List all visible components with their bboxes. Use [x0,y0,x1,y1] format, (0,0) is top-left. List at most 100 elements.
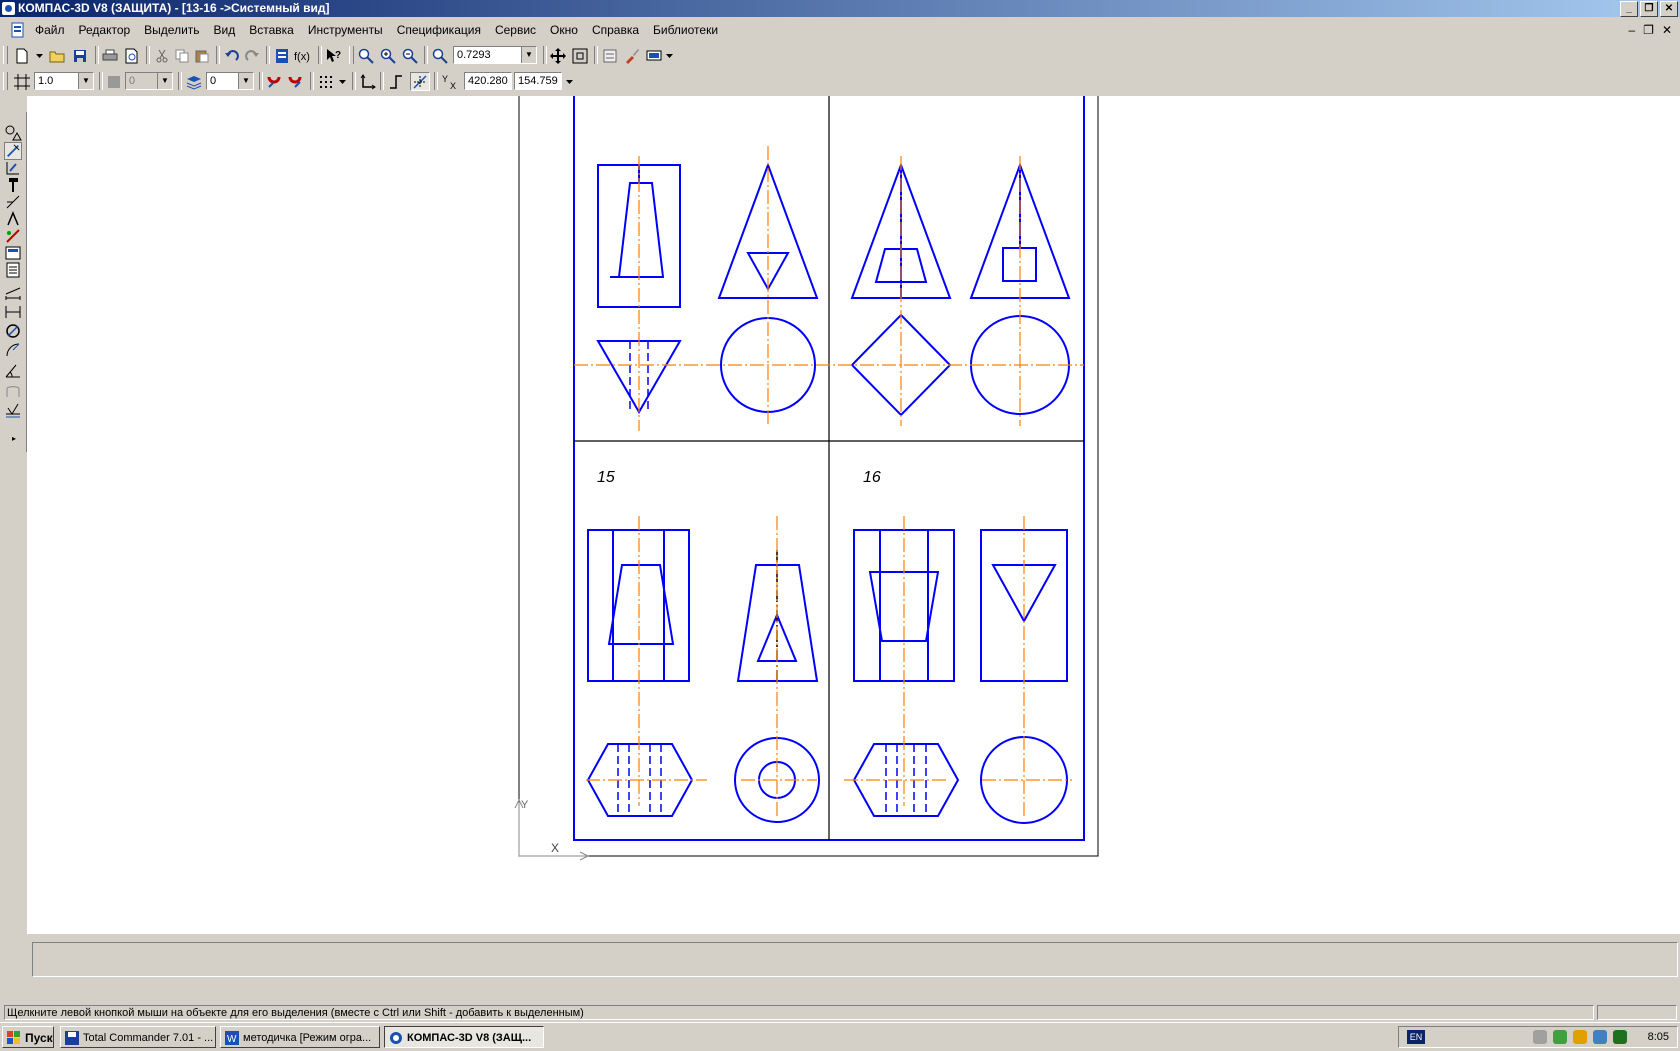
cursor-coords-icon: YX [440,72,462,91]
zoom-scale-icon[interactable] [430,46,450,65]
menu-service[interactable]: Сервис [495,23,536,37]
open-folder-icon[interactable] [47,46,67,65]
zoom-field[interactable]: 0.7293 ▼ [453,46,537,64]
brush-icon[interactable] [622,46,642,65]
manager-icon[interactable] [272,46,292,65]
menu-bar: Файл Редактор Выделить Вид Вставка Инстр… [0,18,1680,42]
zoom-out-icon[interactable] [400,46,420,65]
display-icon[interactable] [644,46,664,65]
chevron-down-icon[interactable]: ▼ [238,73,253,89]
start-button[interactable]: Пуск [2,1026,54,1048]
key-icon[interactable] [1573,1030,1587,1044]
zoom-in-icon[interactable] [378,46,398,65]
property-bar[interactable] [32,942,1678,977]
coord-x-field[interactable]: 420.280 [464,72,512,90]
grid-step-icon[interactable] [12,72,32,91]
new-dropdown-icon[interactable] [34,46,44,65]
snap-magnet-icon[interactable] [285,72,305,91]
minimize-button[interactable]: _ [1620,1,1638,17]
task-total-commander[interactable]: Total Commander 7.01 - ... [60,1026,216,1048]
selection-icon[interactable] [4,244,22,262]
layers-icon[interactable] [184,72,204,91]
menu-libraries[interactable]: Библиотеки [653,23,718,37]
radius-icon[interactable] [4,341,22,359]
redo-icon[interactable] [242,46,262,65]
geometry-icon[interactable] [4,124,22,142]
round-icon[interactable] [410,72,430,91]
toolbar-overflow-icon[interactable] [664,46,674,65]
line-scale-field[interactable]: 1.0 ▼ [34,72,94,90]
taskbar: Пуск Total Commander 7.01 - ... W методи… [0,1022,1680,1051]
menu-file[interactable]: Файл [35,23,65,37]
volume-icon[interactable] [1593,1030,1607,1044]
language-indicator[interactable]: EN [1407,1030,1425,1044]
layer-field[interactable]: 0 ▼ [206,72,254,90]
chevron-down-icon[interactable]: ▼ [78,73,93,89]
new-document-icon[interactable] [12,46,32,65]
variables-fx-icon[interactable]: f(x) [293,46,313,65]
coord-y-field[interactable]: 154.759 [514,72,562,90]
grid-icon[interactable] [316,72,336,91]
task-word-document[interactable]: W методичка [Режим огра... [220,1026,380,1048]
doc-restore-button[interactable]: ❐ [1643,23,1654,37]
drawing-canvas[interactable]: 15 16 Y X [27,96,1680,934]
arc-dimension-icon[interactable] [4,382,22,400]
pan-icon[interactable] [548,46,568,65]
magnet-icon[interactable] [264,72,284,91]
ortho-icon[interactable] [386,72,406,91]
local-cs-icon[interactable] [358,72,378,91]
angle-dimension-icon[interactable] [4,362,22,380]
horizontal-dimension-icon[interactable] [4,303,22,321]
grid-dropdown-icon[interactable] [337,72,347,91]
toolbar-grip[interactable] [349,46,354,64]
restore-button[interactable]: ❐ [1640,1,1658,17]
refresh-icon[interactable] [600,46,620,65]
print-icon[interactable] [100,46,120,65]
save-icon[interactable] [70,46,90,65]
doc-minimize-button[interactable]: – [1628,23,1635,37]
hammer-icon[interactable] [4,176,22,194]
print-preview-icon[interactable] [122,46,142,65]
toolbar-grip[interactable] [3,72,8,90]
kompas-app-icon[interactable] [2,2,15,15]
linear-dimension-icon[interactable] [4,284,22,302]
parametrization-icon[interactable] [4,159,22,177]
measure-icon[interactable] [4,227,22,245]
menu-help[interactable]: Справка [592,23,639,37]
spec-icon[interactable] [4,261,22,279]
diameter-icon[interactable] [4,322,22,340]
clock[interactable]: 8:05 [1648,1027,1669,1047]
expand-icon[interactable]: ▸ [12,434,16,443]
state-icon[interactable] [104,72,124,91]
document-icon[interactable] [10,22,26,38]
close-button[interactable]: ✕ [1660,1,1678,17]
zoom-window-icon[interactable] [356,46,376,65]
undo-icon[interactable] [222,46,242,65]
antivirus-icon[interactable] [1553,1030,1567,1044]
paste-icon[interactable] [192,46,212,65]
network-icon[interactable] [1533,1030,1547,1044]
state-value: 0 [129,75,136,87]
toolbar-overflow-icon[interactable] [564,72,574,91]
menu-tools[interactable]: Инструменты [308,23,383,37]
roughness-icon[interactable] [4,402,22,420]
cut-icon[interactable] [152,46,172,65]
menu-specification[interactable]: Спецификация [397,23,481,37]
menu-select[interactable]: Выделить [144,23,199,37]
task-kompas[interactable]: КОМПАС-3D V8 (ЗАЩ... [384,1026,544,1048]
security-icon[interactable] [1613,1030,1627,1044]
dimensions-icon[interactable] [4,193,22,211]
designations-icon[interactable] [4,210,22,228]
copy-icon[interactable] [172,46,192,65]
cell-13-drawing [596,162,819,414]
menu-editor[interactable]: Редактор [79,23,131,37]
menu-insert[interactable]: Вставка [249,23,294,37]
chevron-down-icon[interactable]: ▼ [521,47,536,63]
toolbar-grip[interactable] [3,46,8,64]
menu-window[interactable]: Окно [550,23,578,37]
help-pointer-icon[interactable]: ? [324,46,344,65]
show-all-icon[interactable] [570,46,590,65]
menu-view[interactable]: Вид [214,23,236,37]
doc-close-button[interactable]: ✕ [1662,23,1672,37]
edit-icon[interactable] [4,142,22,160]
